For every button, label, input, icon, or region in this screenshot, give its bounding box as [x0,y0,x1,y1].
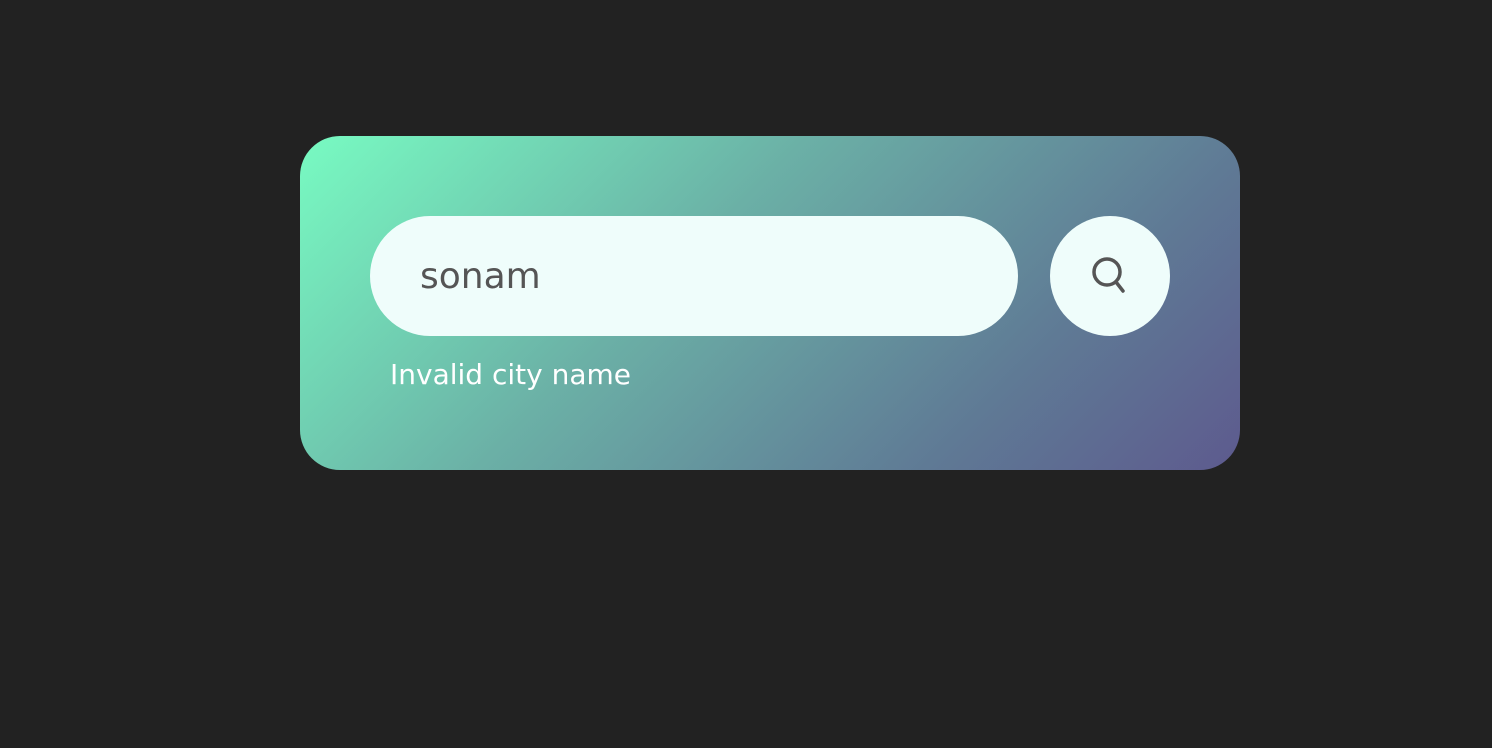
weather-search-card: Invalid city name [300,136,1240,470]
search-button[interactable] [1050,216,1170,336]
error-message: Invalid city name [390,358,631,391]
search-icon [1090,255,1130,297]
search-bar [370,216,1170,336]
city-search-input[interactable] [370,216,1018,336]
